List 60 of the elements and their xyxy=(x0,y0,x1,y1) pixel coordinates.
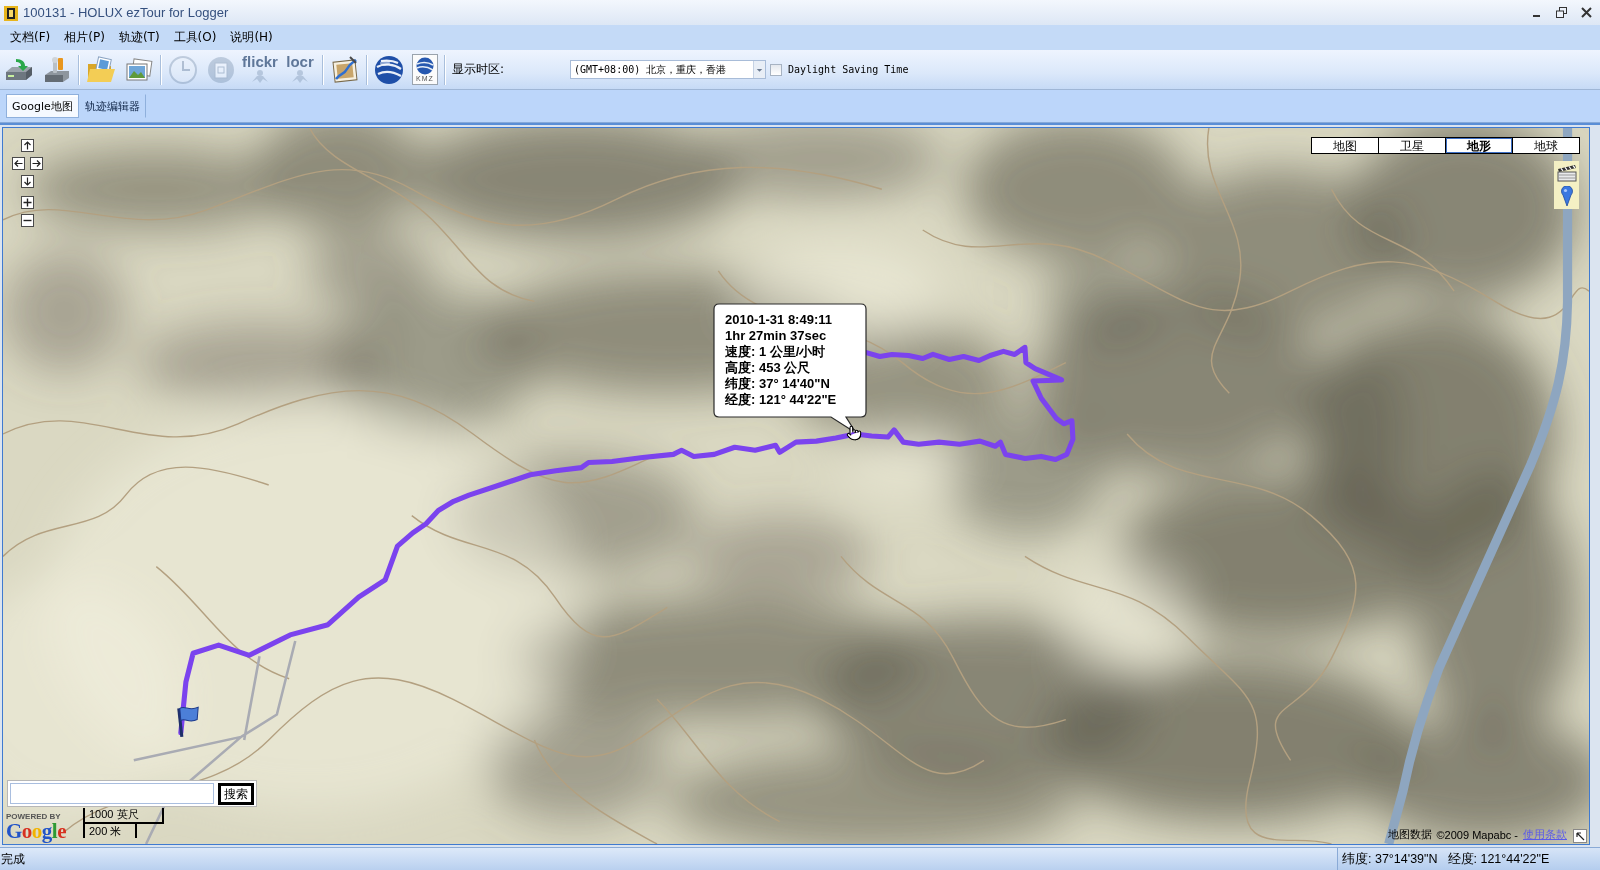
menu-item[interactable]: 文档(F) xyxy=(3,26,58,49)
restore-icon[interactable] xyxy=(1556,7,1567,18)
clapperboard-icon[interactable] xyxy=(1556,164,1577,182)
timezone-dropdown[interactable]: (GMT+08:00) 北京，重庆，香港 xyxy=(570,60,766,79)
map-pin-icon[interactable] xyxy=(1560,186,1573,206)
pan-up-button[interactable] xyxy=(21,139,34,152)
popup-text: 2010-1-31 8:49:11 xyxy=(725,312,832,328)
daylight-saving-checkbox[interactable] xyxy=(770,63,782,76)
logo-text: Google xyxy=(6,821,66,842)
tab[interactable]: 轨迹编辑器 xyxy=(78,94,146,118)
arrow-down-icon xyxy=(23,177,32,186)
globe-icon xyxy=(416,57,434,75)
popup-text: 速度: 1 公里/小时 xyxy=(725,344,826,360)
start-flag-icon xyxy=(177,706,199,738)
plus-icon xyxy=(23,198,32,207)
zoom-in-button[interactable] xyxy=(21,196,34,209)
map-type-button[interactable]: 卫星 xyxy=(1378,137,1446,154)
overview-toggle-button[interactable] xyxy=(1573,829,1587,843)
map-type-button[interactable]: 地形 xyxy=(1445,137,1513,154)
longitude-text: 经度: 121°44'22"E xyxy=(1447,850,1550,868)
photo-map-icon[interactable] xyxy=(330,54,360,85)
popup-text: 高度: 453 公尺 xyxy=(725,360,811,376)
popup-text: 纬度: 37° 14'40"N xyxy=(725,376,830,392)
folder-icon[interactable] xyxy=(86,54,116,85)
menu-item[interactable]: 相片(P) xyxy=(57,26,112,49)
app-icon xyxy=(4,4,18,21)
powered-by-text: POWERED BY xyxy=(6,812,61,821)
search-field[interactable] xyxy=(10,783,215,804)
device-icon[interactable] xyxy=(42,54,72,85)
timezone-label: 显示时区: xyxy=(452,61,506,78)
pan-right-button[interactable] xyxy=(30,157,43,170)
globe-icon[interactable] xyxy=(374,54,404,85)
search-button[interactable]: 搜索 xyxy=(218,782,254,805)
scale-label: 1000 英尺 xyxy=(89,808,139,821)
latitude-text: 纬度: 37°14'39"N xyxy=(1342,850,1438,868)
arrow-up-icon xyxy=(23,141,32,150)
scale-label: 200 米 xyxy=(89,825,122,838)
window-title: 100131 - HOLUX ezTour for Logger xyxy=(23,5,229,20)
menu-item[interactable]: 工具(O) xyxy=(166,26,224,49)
map-type-button[interactable]: 地图 xyxy=(1311,137,1379,154)
attribution-text: 地图数据 xyxy=(1387,827,1432,842)
figure-icon xyxy=(251,69,269,83)
arrow-up-left-icon xyxy=(1575,831,1585,841)
pan-left-button[interactable] xyxy=(12,157,25,170)
map-type-button[interactable]: 地球 xyxy=(1512,137,1580,154)
arrow-left-icon xyxy=(14,159,23,168)
zoom-out-button[interactable] xyxy=(21,214,34,227)
tab[interactable]: Google地图 xyxy=(6,94,79,118)
arrow-right-icon xyxy=(32,159,41,168)
copyright-text: ©2009 Mapabc - xyxy=(1436,828,1518,841)
daylight-saving-label: Daylight Saving Time xyxy=(788,64,909,75)
popup-text: 1hr 27min 37sec xyxy=(725,328,827,344)
popup-text: 经度: 121° 44'22"E xyxy=(725,392,837,408)
dropdown-caret-icon xyxy=(753,61,765,78)
close-icon[interactable] xyxy=(1581,7,1592,18)
status-text: 完成 xyxy=(0,850,25,868)
pan-down-button[interactable] xyxy=(21,175,34,188)
menu-item[interactable]: 轨迹(T) xyxy=(111,26,167,49)
menu-item[interactable]: 说明(H) xyxy=(223,26,280,49)
figure-icon xyxy=(291,69,309,83)
